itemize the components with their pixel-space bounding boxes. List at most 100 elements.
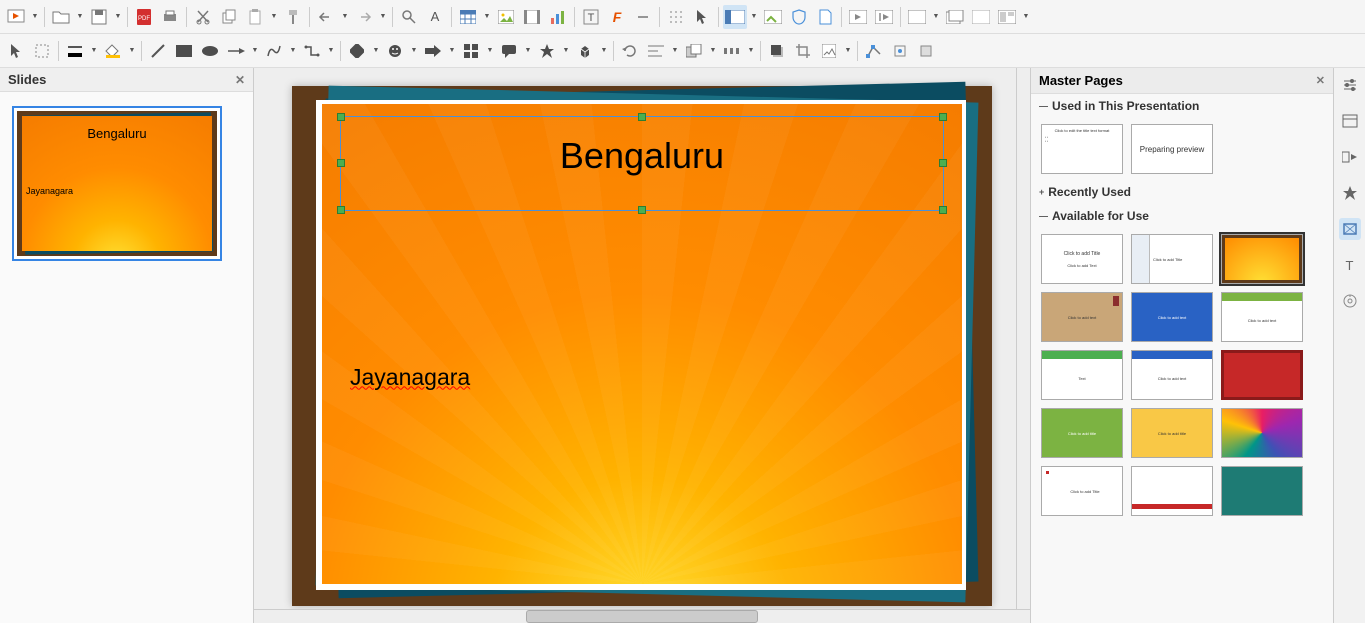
dropdown-icon[interactable]: ▼ (482, 13, 492, 20)
flowchart-icon[interactable] (459, 39, 483, 63)
block-arrow-icon[interactable] (421, 39, 445, 63)
dropdown-icon[interactable]: ▼ (269, 13, 279, 20)
master-thumb-used-1[interactable]: Click to edit the title text format • ••… (1041, 124, 1123, 174)
symbol-shapes-icon[interactable] (383, 39, 407, 63)
dropdown-icon[interactable]: ▼ (127, 47, 137, 54)
transition-tab-icon[interactable] (1339, 146, 1361, 168)
dropdown-icon[interactable]: ▼ (746, 47, 756, 54)
master-avail-1[interactable]: Click to add TitleClick to add Text (1041, 234, 1123, 284)
master-avail-2[interactable]: Click to add Title (1131, 234, 1213, 284)
points-icon[interactable] (862, 39, 886, 63)
rect-icon[interactable] (172, 39, 196, 63)
new-slide-icon[interactable] (905, 5, 929, 29)
dropdown-icon[interactable]: ▼ (378, 13, 388, 20)
rotate-icon[interactable] (618, 39, 642, 63)
dropdown-icon[interactable]: ▼ (523, 47, 533, 54)
start-first-icon[interactable] (846, 5, 870, 29)
dropdown-icon[interactable]: ▼ (599, 47, 609, 54)
properties-tab-icon[interactable] (1339, 74, 1361, 96)
star-icon[interactable] (535, 39, 559, 63)
undo-icon[interactable] (314, 5, 338, 29)
master-avail-9[interactable] (1221, 350, 1303, 400)
dropdown-icon[interactable]: ▼ (447, 47, 457, 54)
dropdown-icon[interactable]: ▼ (113, 13, 123, 20)
export-pdf-icon[interactable]: PDF (132, 5, 156, 29)
textbox-icon[interactable]: T (579, 5, 603, 29)
grid-icon[interactable] (664, 5, 688, 29)
shadow-icon[interactable] (765, 39, 789, 63)
styles-tab-icon[interactable]: T (1339, 254, 1361, 276)
3d-icon[interactable] (573, 39, 597, 63)
slide-canvas[interactable]: Bengaluru Jayanagara (254, 68, 1030, 623)
select-icon[interactable] (4, 39, 28, 63)
arrange-icon[interactable] (682, 39, 706, 63)
print-icon[interactable] (158, 5, 182, 29)
title-placeholder[interactable]: Bengaluru (340, 116, 944, 211)
connector-icon[interactable] (300, 39, 324, 63)
pointer-icon[interactable] (690, 5, 714, 29)
fill-color-icon[interactable] (101, 39, 125, 63)
dropdown-icon[interactable]: ▼ (75, 13, 85, 20)
master-avail-3[interactable] (1221, 234, 1303, 284)
image-icon[interactable] (494, 5, 518, 29)
slide-thumbnail-1[interactable]: Bengaluru Jayanagara 📌 (12, 106, 222, 261)
master-avail-8[interactable]: Click to add text (1131, 350, 1213, 400)
line-icon[interactable] (146, 39, 170, 63)
master-avail-14[interactable] (1131, 466, 1213, 516)
slide-subtitle[interactable]: Jayanagara (350, 364, 470, 391)
align-icon[interactable] (644, 39, 668, 63)
dropdown-icon[interactable]: ▼ (371, 47, 381, 54)
master-avail-15[interactable] (1221, 466, 1303, 516)
cut-icon[interactable] (191, 5, 215, 29)
arrow-icon[interactable] (224, 39, 248, 63)
spellcheck-icon[interactable]: A (423, 5, 447, 29)
master-avail-11[interactable]: Click to add title (1131, 408, 1213, 458)
close-icon[interactable]: ✕ (235, 73, 245, 87)
normal-view-icon[interactable] (723, 5, 747, 29)
vertical-scrollbar[interactable] (1016, 68, 1030, 609)
filter-icon[interactable] (817, 39, 841, 63)
ellipse-icon[interactable] (198, 39, 222, 63)
start-current-icon[interactable] (872, 5, 896, 29)
distribute-icon[interactable] (720, 39, 744, 63)
layout-icon[interactable] (995, 5, 1019, 29)
dropdown-icon[interactable]: ▼ (561, 47, 571, 54)
section-recent[interactable]: +Recently Used (1031, 180, 1333, 204)
dropdown-icon[interactable]: ▼ (288, 47, 298, 54)
extrusion-icon[interactable] (914, 39, 938, 63)
bound-box-icon[interactable] (30, 39, 54, 63)
curve-icon[interactable] (262, 39, 286, 63)
dropdown-icon[interactable]: ▼ (30, 13, 40, 20)
gallery-tab-icon[interactable] (1339, 290, 1361, 312)
slide-title[interactable]: Bengaluru (341, 117, 943, 177)
dropdown-icon[interactable]: ▼ (326, 47, 336, 54)
slide-props-tab-icon[interactable] (1339, 110, 1361, 132)
master-slide-icon[interactable] (761, 5, 785, 29)
redo-icon[interactable] (352, 5, 376, 29)
dropdown-icon[interactable]: ▼ (749, 13, 759, 20)
open-icon[interactable] (49, 5, 73, 29)
callout-icon[interactable] (497, 39, 521, 63)
basic-shapes-icon[interactable] (345, 39, 369, 63)
dropdown-icon[interactable]: ▼ (340, 13, 350, 20)
find-icon[interactable] (397, 5, 421, 29)
dropdown-icon[interactable]: ▼ (670, 47, 680, 54)
master-avail-6[interactable]: Click to add text (1221, 292, 1303, 342)
section-used[interactable]: —Used in This Presentation (1031, 94, 1333, 118)
clone-format-icon[interactable] (281, 5, 305, 29)
close-icon[interactable]: ✕ (1316, 74, 1325, 87)
dropdown-icon[interactable]: ▼ (409, 47, 419, 54)
table-icon[interactable] (456, 5, 480, 29)
hyperlink-icon[interactable] (631, 5, 655, 29)
line-color-icon[interactable] (63, 39, 87, 63)
dropdown-icon[interactable]: ▼ (843, 47, 853, 54)
animation-tab-icon[interactable] (1339, 182, 1361, 204)
copy-icon[interactable] (217, 5, 241, 29)
page-icon[interactable] (813, 5, 837, 29)
save-icon[interactable] (87, 5, 111, 29)
crop-icon[interactable] (791, 39, 815, 63)
dropdown-icon[interactable]: ▼ (250, 47, 260, 54)
section-available[interactable]: —Available for Use (1031, 204, 1333, 228)
media-icon[interactable] (520, 5, 544, 29)
master-thumb-used-2[interactable]: Preparing preview (1131, 124, 1213, 174)
